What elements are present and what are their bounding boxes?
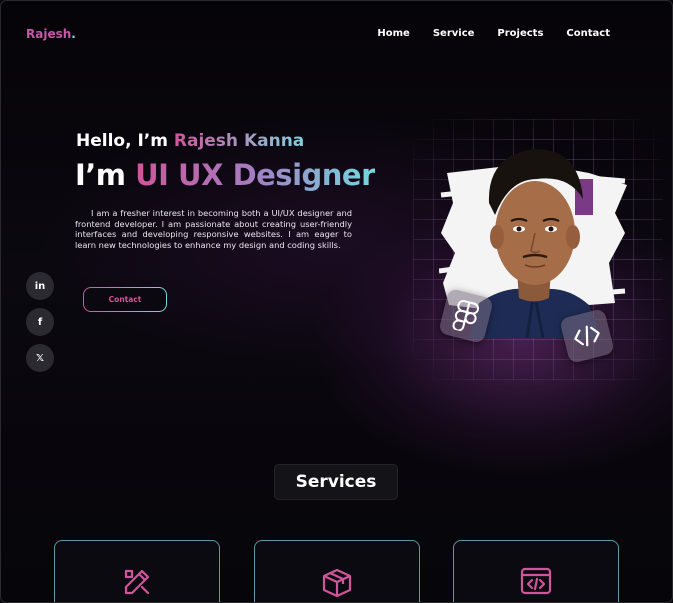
nav-service[interactable]: Service <box>433 28 475 39</box>
main-nav: Home Service Projects Contact <box>377 28 610 39</box>
brand-dot: . <box>71 27 76 41</box>
role-prefix: I’m <box>75 158 136 192</box>
facebook-icon[interactable]: f <box>26 308 54 336</box>
code-window-icon <box>520 567 552 595</box>
nav-contact[interactable]: Contact <box>566 28 610 39</box>
service-card-design[interactable] <box>54 540 220 602</box>
hero-role: I’m UI UX Designer <box>75 158 375 192</box>
hero-name: Rajesh Kanna <box>173 131 305 151</box>
role-title: UI UX Designer <box>135 158 375 192</box>
greeting-text: Hello, I’m <box>76 131 174 151</box>
nav-home[interactable]: Home <box>377 28 409 39</box>
services-heading: Services <box>274 464 398 500</box>
contact-button[interactable]: Contact <box>83 287 167 312</box>
service-card-development[interactable] <box>453 540 619 602</box>
page-frame: Rajesh. Home Service Projects Contact He… <box>0 0 673 603</box>
linkedin-icon[interactable]: in <box>26 272 54 300</box>
service-card-product[interactable] <box>254 540 420 602</box>
hero-greeting: Hello, I’m Rajesh Kanna <box>76 131 304 151</box>
brand-name: Rajesh <box>26 27 72 41</box>
x-twitter-icon[interactable]: 𝕏 <box>26 344 54 372</box>
design-tools-icon <box>124 569 150 595</box>
nav-projects[interactable]: Projects <box>497 28 543 39</box>
package-box-icon <box>322 568 352 598</box>
hero-intro: I am a fresher interest in becoming both… <box>75 208 352 250</box>
brand-logo[interactable]: Rajesh. <box>26 27 76 41</box>
